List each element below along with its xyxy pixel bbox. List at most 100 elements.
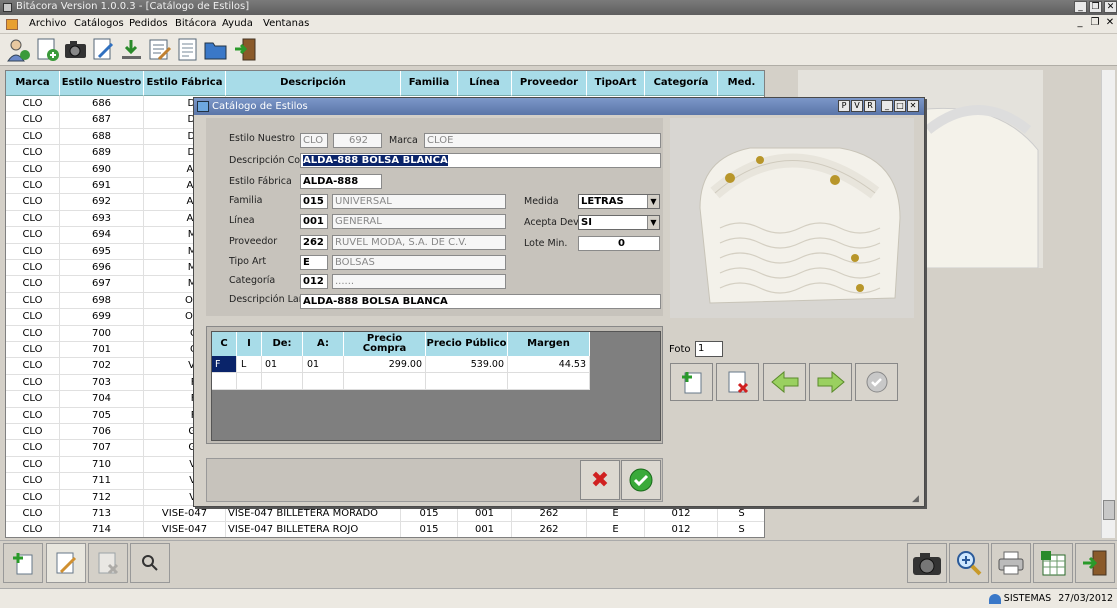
price-empty-cell[interactable] — [344, 373, 426, 390]
menu-pedidos[interactable]: Pedidos — [129, 18, 168, 29]
previous-photo-button[interactable] — [763, 363, 806, 401]
price-header-precio-publico[interactable]: Precio Público — [426, 332, 508, 356]
price-empty-cell[interactable] — [508, 373, 590, 390]
medida-select[interactable]: LETRAS ▼ — [578, 194, 660, 209]
table-cell[interactable]: 710 — [60, 456, 144, 473]
price-empty-cell[interactable] — [237, 373, 262, 390]
mdi-restore-button[interactable]: ❐ — [1088, 17, 1102, 30]
accept-button[interactable] — [621, 460, 661, 500]
table-cell[interactable]: 001 — [458, 522, 512, 537]
zoom-button[interactable] — [949, 543, 989, 583]
table-cell[interactable]: 012 — [645, 522, 718, 537]
familia-name-field[interactable]: UNIVERSAL — [332, 194, 506, 209]
table-cell[interactable]: 691 — [60, 178, 144, 194]
table-cell[interactable]: CLO — [6, 227, 60, 244]
camera-button[interactable] — [907, 543, 947, 583]
price-header-precio-compra[interactable]: Precio Compra — [344, 332, 426, 356]
table-cell[interactable]: CLO — [6, 128, 60, 145]
table-cell[interactable]: 690 — [60, 161, 144, 178]
table-cell[interactable]: CLO — [6, 178, 60, 194]
vertical-scrollbar[interactable] — [1101, 70, 1115, 538]
add-document-icon[interactable] — [35, 37, 60, 62]
estilo-number-field[interactable]: 692 — [333, 133, 382, 148]
table-cell[interactable]: 692 — [60, 194, 144, 211]
price-cell-margen[interactable]: 44.53 — [508, 356, 590, 373]
mdi-close-button[interactable]: ✕ — [1103, 17, 1117, 30]
table-cell[interactable]: CLO — [6, 260, 60, 276]
confirm-photo-button[interactable] — [855, 363, 898, 401]
table-cell[interactable]: 696 — [60, 260, 144, 276]
table-cell[interactable]: CLO — [6, 391, 60, 408]
table-cell[interactable]: CLO — [6, 374, 60, 391]
column-header-linea[interactable]: Línea — [458, 71, 512, 96]
table-cell[interactable]: 262 — [512, 506, 587, 522]
chevron-down-icon[interactable]: ▼ — [647, 195, 659, 208]
dialog-maximize-button[interactable]: □ — [894, 100, 906, 112]
dialog-minimize-button[interactable]: _ — [881, 100, 893, 112]
menu-catalogos[interactable]: Catálogos — [74, 18, 124, 29]
price-header-de[interactable]: De: — [262, 332, 303, 356]
table-cell[interactable]: VISE-047 BILLETERA ROJO — [226, 522, 401, 537]
column-header-medida[interactable]: Med. — [718, 71, 764, 96]
table-cell[interactable]: VISE-047 — [144, 506, 226, 522]
table-cell[interactable]: S — [718, 506, 764, 522]
price-cell-precio-publico[interactable]: 539.00 — [426, 356, 508, 373]
edit-record-button[interactable] — [46, 543, 86, 583]
new-record-button[interactable] — [3, 543, 43, 583]
folder-icon[interactable] — [203, 37, 228, 62]
table-cell[interactable]: CLO — [6, 424, 60, 440]
categoria-code-field[interactable]: 012 — [300, 274, 328, 289]
table-cell[interactable]: 697 — [60, 276, 144, 293]
table-cell[interactable]: 699 — [60, 309, 144, 326]
table-cell[interactable]: CLO — [6, 112, 60, 129]
descripcion-corta-field[interactable]: ALDA-888 BOLSA BLANCA — [300, 153, 661, 168]
table-row[interactable]: CLO 714 VISE-047 VISE-047 BILLETERA ROJO 015… — [6, 522, 764, 537]
table-cell[interactable]: CLO — [6, 489, 60, 506]
acepta-dev-select[interactable]: SI ▼ — [578, 215, 660, 230]
table-cell[interactable]: CLO — [6, 358, 60, 375]
table-cell[interactable]: 695 — [60, 243, 144, 260]
table-cell[interactable]: 687 — [60, 112, 144, 129]
scrollbar-thumb[interactable] — [1103, 500, 1115, 520]
table-cell[interactable]: CLO — [6, 456, 60, 473]
table-cell[interactable]: 700 — [60, 325, 144, 342]
mdi-minimize-button[interactable]: _ — [1073, 17, 1087, 30]
edit-document-icon[interactable] — [91, 37, 116, 62]
marca-name-field[interactable]: CLOE — [424, 133, 661, 148]
camera-icon[interactable] — [63, 37, 88, 62]
column-header-categoria[interactable]: Categoría — [645, 71, 718, 96]
column-header-descripcion[interactable]: Descripción — [226, 71, 401, 96]
tipo-art-name-field[interactable]: BOLSAS — [332, 255, 506, 270]
table-cell[interactable]: VISE-047 BILLETERA MORADO — [226, 506, 401, 522]
table-cell[interactable]: 689 — [60, 145, 144, 162]
familia-code-field[interactable]: 015 — [300, 194, 328, 209]
lote-min-field[interactable]: 0 — [578, 236, 660, 251]
price-cell-precio-compra[interactable]: 299.00 — [344, 356, 426, 373]
download-icon[interactable] — [119, 37, 144, 62]
price-empty-cell[interactable] — [262, 373, 303, 390]
table-cell[interactable]: 714 — [60, 522, 144, 537]
exit-button[interactable] — [1075, 543, 1115, 583]
table-cell[interactable]: CLO — [6, 342, 60, 358]
search-record-button[interactable] — [130, 543, 170, 583]
table-cell[interactable]: CLO — [6, 276, 60, 293]
cancel-button[interactable]: ✖ — [580, 460, 620, 500]
price-cell-a[interactable]: 01 — [303, 356, 344, 373]
table-cell[interactable]: CLO — [6, 325, 60, 342]
table-cell[interactable]: CLO — [6, 96, 60, 112]
price-header-i[interactable]: I — [237, 332, 262, 356]
table-row[interactable]: CLO 713 VISE-047 VISE-047 BILLETERA MORADO 0… — [6, 506, 764, 523]
price-header-c[interactable]: C — [212, 332, 237, 356]
table-cell[interactable]: 686 — [60, 96, 144, 112]
table-cell[interactable]: CLO — [6, 161, 60, 178]
delete-photo-button[interactable] — [716, 363, 759, 401]
table-cell[interactable]: 694 — [60, 227, 144, 244]
table-cell[interactable]: CLO — [6, 506, 60, 522]
chevron-down-icon[interactable]: ▼ — [647, 216, 659, 229]
table-cell[interactable]: CLO — [6, 440, 60, 457]
dialog-r-button[interactable]: R — [864, 100, 876, 112]
menu-bitacora[interactable]: Bitácora — [175, 18, 217, 29]
table-cell[interactable]: 701 — [60, 342, 144, 358]
price-empty-cell[interactable] — [212, 373, 237, 390]
menu-archivo[interactable]: Archivo — [29, 18, 66, 29]
